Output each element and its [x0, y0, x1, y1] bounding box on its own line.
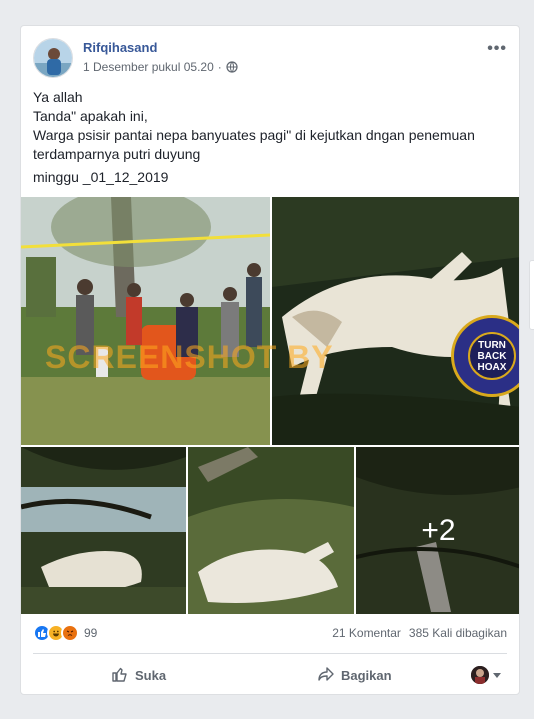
badge-line: HOAX	[477, 361, 507, 373]
post-header: Rifqihasand 1 Desember pukul 05.20 · •••	[33, 38, 507, 78]
angry-icon	[61, 624, 79, 642]
engagement-counts: 21 Komentar 385 Kali dibagikan	[332, 626, 507, 640]
badge-line: BACK	[477, 350, 507, 362]
post-stats: 99 21 Komentar 385 Kali dibagikan	[33, 624, 507, 644]
actions-divider	[33, 653, 507, 654]
more-options-icon[interactable]: •••	[487, 40, 507, 58]
audience-selector[interactable]	[471, 666, 501, 684]
photo-1[interactable]	[21, 197, 270, 445]
post-actions: Suka Bagikan	[33, 658, 507, 690]
author-avatar[interactable]	[33, 38, 73, 78]
watermark-text: SCREENSHOT BY	[45, 339, 334, 375]
photo-5-more[interactable]: +2	[356, 447, 519, 614]
caret-down-icon	[493, 672, 501, 678]
reactions-summary[interactable]: 99	[33, 624, 97, 642]
post-text-line: Warga psisir pantai nepa banyuates pagi"…	[33, 127, 475, 162]
more-photos-count[interactable]: +2	[356, 447, 519, 614]
share-label: Bagikan	[341, 667, 392, 683]
like-button[interactable]: Suka	[111, 662, 166, 688]
thumbs-up-icon	[111, 665, 129, 686]
side-panel-edge	[529, 260, 534, 330]
photo-3[interactable]	[21, 447, 186, 614]
post-text-line: Tanda" apakah ini,	[33, 108, 148, 124]
viewer-avatar	[471, 666, 489, 684]
dot-separator: ·	[217, 60, 222, 74]
share-button[interactable]: Bagikan	[317, 662, 392, 688]
post-text: Ya allah Tanda" apakah ini, Warga psisir…	[33, 88, 507, 187]
badge-line: TURN	[478, 339, 506, 351]
post-timestamp[interactable]: 1 Desember pukul 05.20	[83, 60, 214, 74]
post-text-line: Ya allah	[33, 89, 83, 105]
badge-inner: TURN BACK HOAX	[468, 332, 516, 380]
photo-4[interactable]	[188, 447, 354, 614]
share-arrow-icon	[317, 665, 335, 686]
share-count[interactable]: 385 Kali dibagikan	[409, 626, 507, 640]
reaction-count[interactable]: 99	[84, 626, 97, 640]
globe-icon[interactable]	[226, 61, 238, 73]
comment-count[interactable]: 21 Komentar	[332, 626, 401, 640]
photo-grid: +2 SCREENSHOT BY TURN BACK HOAX	[21, 197, 519, 614]
feed-post: Rifqihasand 1 Desember pukul 05.20 · •••…	[20, 25, 520, 695]
post-meta: 1 Desember pukul 05.20 ·	[83, 60, 238, 74]
author-name[interactable]: Rifqihasand	[83, 40, 157, 55]
like-label: Suka	[135, 667, 167, 683]
post-date-line: minggu _01_12_2019	[33, 169, 169, 185]
